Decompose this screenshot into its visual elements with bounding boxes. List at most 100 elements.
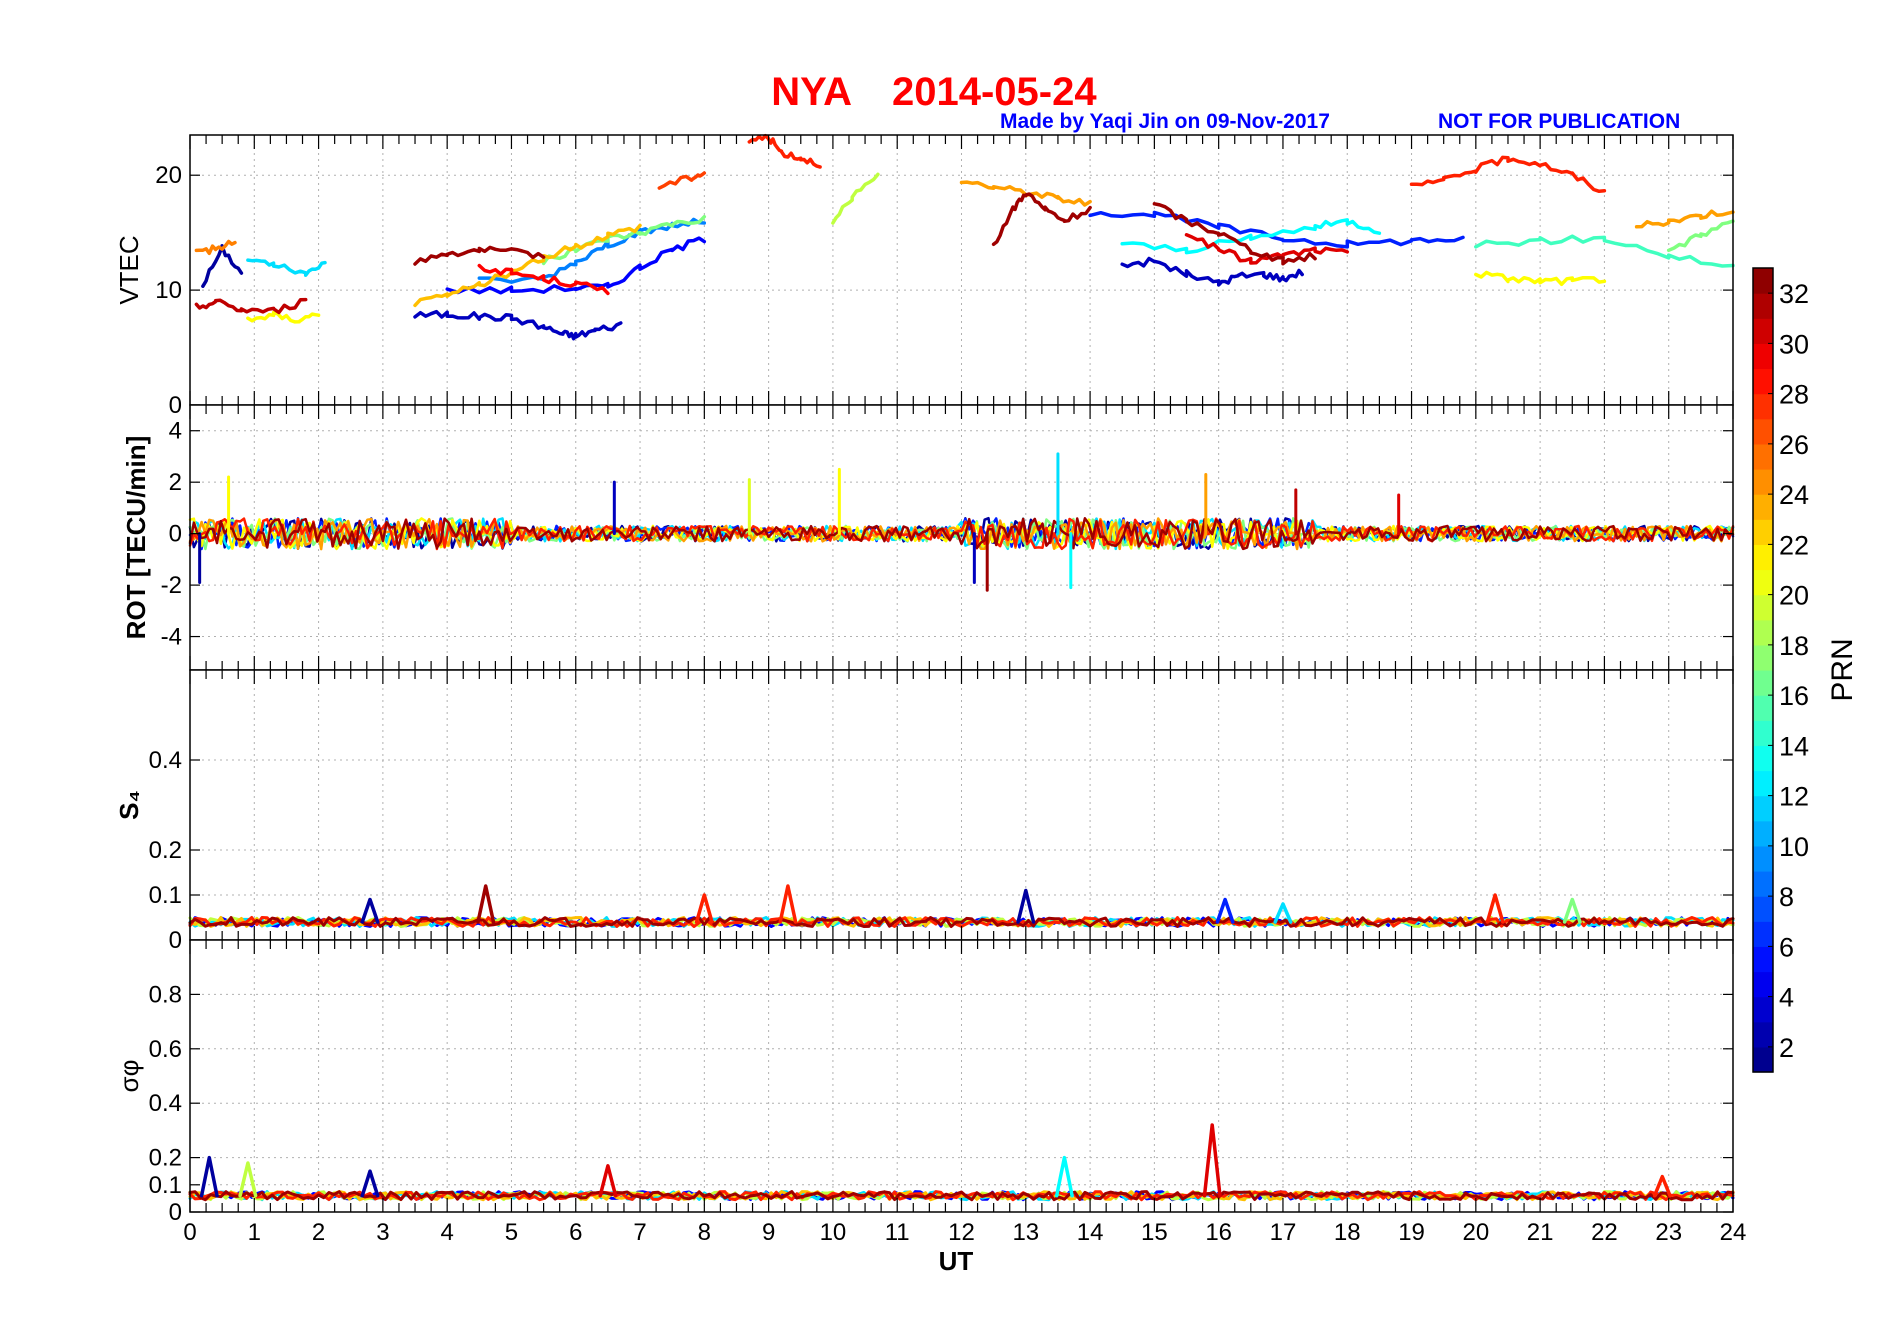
- colorbar-tick-label: 12: [1779, 782, 1809, 812]
- tick-label-x: 7: [633, 1219, 646, 1246]
- colorbar-segment: [1753, 996, 1773, 1023]
- panel-vtec: 0 10 20 VTEC: [114, 133, 1735, 419]
- tick-label-y: 0: [169, 392, 182, 419]
- y-axis-label-vtec: VTEC: [114, 235, 144, 304]
- colorbar-segment: [1753, 971, 1773, 998]
- tick-label-y: -4: [161, 624, 182, 651]
- colorbar-tick-label: 8: [1779, 882, 1794, 912]
- colorbar-segment: [1753, 845, 1773, 872]
- tick-label-x: 10: [820, 1219, 847, 1246]
- y-axis-label-sigphi: σφ: [114, 1060, 144, 1093]
- tick-label-y: 0.4: [149, 1090, 182, 1117]
- plot-area-sigphi: [190, 940, 1733, 1212]
- colorbar-segment: [1753, 469, 1773, 495]
- tick-label-y: 2: [169, 469, 182, 496]
- colorbar-segment: [1753, 921, 1773, 947]
- colorbar-segment: [1753, 946, 1773, 973]
- colorbar-segment: [1753, 619, 1773, 646]
- tick-label-x: 3: [376, 1219, 389, 1246]
- colorbar-segment: [1753, 695, 1773, 721]
- colorbar-segment: [1753, 594, 1773, 621]
- tick-label-x: 24: [1720, 1219, 1747, 1246]
- colorbar-tick-label: 18: [1779, 631, 1809, 661]
- tick-label-y: 0: [169, 927, 182, 954]
- tick-label-x: 14: [1077, 1219, 1104, 1246]
- colorbar-segment: [1753, 569, 1773, 596]
- colorbar-segment: [1753, 745, 1773, 772]
- tick-label-y: -2: [161, 572, 182, 599]
- tick-label-x: 13: [1012, 1219, 1039, 1246]
- tick-label-y: 20: [155, 162, 182, 189]
- colorbar-segment: [1753, 343, 1773, 370]
- colorbar-segment: [1753, 871, 1773, 897]
- tick-label-x: 20: [1462, 1219, 1489, 1246]
- tick-label-x: 8: [698, 1219, 711, 1246]
- colorbar-tick-label: 6: [1779, 932, 1794, 962]
- tick-label-x: 16: [1205, 1219, 1232, 1246]
- colorbar-tick-label: 30: [1779, 329, 1809, 359]
- panel-sigphi: 00.10.2 0.4 0.6 0.8 σφ: [114, 939, 1735, 1226]
- colorbar-segment: [1753, 519, 1773, 545]
- y-axis-label-s4: S₄: [114, 790, 144, 820]
- tick-label-x: 12: [948, 1219, 975, 1246]
- colorbar-segment: [1753, 820, 1773, 847]
- tick-label-y: 0.8: [149, 981, 182, 1008]
- notice-text: NOT FOR PUBLICATION: [1438, 110, 1680, 133]
- tick-label-x: 11: [885, 1219, 910, 1246]
- chart-title-station: NYA: [771, 70, 852, 114]
- colorbar-segment: [1753, 418, 1773, 445]
- panel-rot: -4 -2 0 2 4 ROT [TECU/min]: [121, 404, 1735, 671]
- colorbar-segment: [1753, 896, 1773, 922]
- colorbar-label: PRN: [1826, 638, 1859, 701]
- tick-label-x: 1: [248, 1219, 261, 1246]
- colorbar-tick-label: 10: [1779, 832, 1809, 862]
- y-axis-label-rot: ROT [TECU/min]: [121, 436, 151, 640]
- tick-label-y: 0.1: [149, 882, 182, 909]
- colorbar-tick-label: 24: [1779, 480, 1809, 510]
- tick-label-y: 0.1: [149, 1172, 182, 1199]
- colorbar-segment: [1753, 293, 1773, 319]
- tick-label-x: 6: [569, 1219, 582, 1246]
- tick-label-x: 23: [1655, 1219, 1682, 1246]
- colorbar-tick-label: 16: [1779, 681, 1809, 711]
- colorbar-segment: [1753, 544, 1773, 571]
- colorbar-tick-label: 28: [1779, 380, 1809, 410]
- scintillation-chart: NYA 2014-05-24 Made by Yaqi Jin on 09-No…: [114, 70, 1859, 1276]
- colorbar-tick-label: 20: [1779, 581, 1809, 611]
- colorbar-tick-label: 14: [1779, 731, 1809, 761]
- tick-label-x: 15: [1141, 1219, 1168, 1246]
- tick-label-x: 18: [1334, 1219, 1361, 1246]
- colorbar-segment: [1753, 795, 1773, 822]
- chart-title-date: 2014-05-24: [892, 70, 1097, 114]
- colorbar-segment: [1753, 268, 1773, 294]
- panel-group: 01020VTEC-4-2024ROT [TECU/min]00.10.20.4…: [114, 133, 1735, 1226]
- x-axis-label: UT: [939, 1246, 974, 1276]
- colorbar-segment: [1753, 670, 1773, 696]
- colorbar-segment: [1753, 318, 1773, 344]
- colorbar-segment: [1753, 720, 1773, 746]
- tick-label-x: 2: [312, 1219, 325, 1246]
- colorbar-segment: [1753, 443, 1773, 470]
- tick-label-x: 17: [1270, 1219, 1297, 1246]
- colorbar: 2468101214161820222426283032PRN: [1752, 267, 1859, 1073]
- colorbar-segment: [1753, 494, 1773, 520]
- tick-label-x: 19: [1398, 1219, 1425, 1246]
- tick-label-y: 0: [169, 1199, 182, 1226]
- colorbar-tick-label: 22: [1779, 530, 1809, 560]
- tick-label-x: 9: [762, 1219, 775, 1246]
- colorbar-segment: [1753, 644, 1773, 671]
- colorbar-segment: [1753, 770, 1773, 797]
- colorbar-tick-label: 32: [1779, 279, 1809, 309]
- tick-label-y: 0.2: [149, 837, 182, 864]
- tick-label-y: 0.2: [149, 1145, 182, 1172]
- panel-s4: 0 0.1 0.2 0.4S₄: [114, 669, 1735, 954]
- tick-label-x: 4: [440, 1219, 453, 1246]
- colorbar-tick-label: 4: [1779, 983, 1794, 1013]
- tick-label-y: 0.6: [149, 1036, 182, 1063]
- x-axis: 0 1 2 3 4 5 6 7 8 9 10 11 12 13 14 15 16 17 18 19 20 21 22 23 24: [183, 1219, 1746, 1246]
- colorbar-segment: [1753, 368, 1773, 395]
- tick-label-x: 22: [1591, 1219, 1618, 1246]
- tick-label-x: 5: [505, 1219, 518, 1246]
- tick-label-x: 21: [1527, 1219, 1554, 1246]
- colorbar-segment: [1753, 393, 1773, 420]
